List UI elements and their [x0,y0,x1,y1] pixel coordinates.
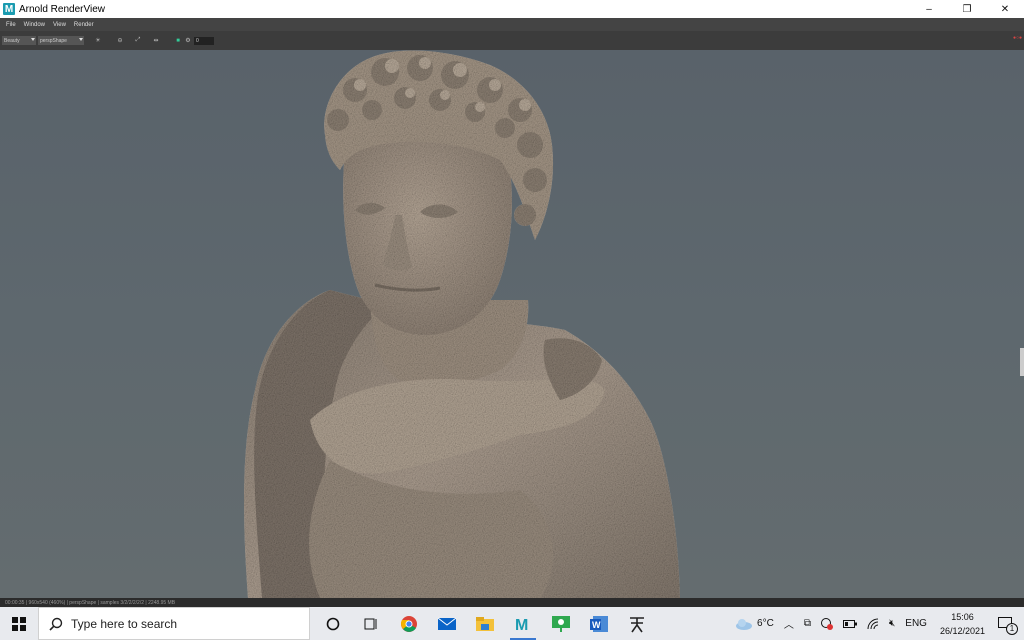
refresh-icon[interactable]: ⊖ [116,37,124,45]
task-view-button[interactable] [352,607,390,640]
settings-icon[interactable]: ⚙ [184,37,192,45]
taskbar-app-screen-sketch[interactable] [542,607,580,640]
taskbar-app-word[interactable]: W [580,607,618,640]
menu-window[interactable]: Window [24,22,45,28]
menu-view[interactable]: View [53,22,66,28]
taskbar-search-box[interactable]: Type here to search [38,607,310,640]
render-statusbar: 00:00:35 | 960x540 (460%) | perspShape |… [0,598,1024,607]
taskbar-clock[interactable]: 15:06 26/12/2021 [940,610,985,638]
camera-value: perspShape [40,37,67,44]
clock-time: 15:06 [951,611,974,622]
battery-icon[interactable] [842,619,857,628]
wifi-signal-icon [867,618,879,629]
window-titlebar: M Arnold RenderView – ❐ ✕ [0,0,1024,18]
mail-icon [437,617,457,630]
render-toolbar: Beauty perspShape ☀ ⊖ ⤢ ⇹ ■ ⚙ 0 ●○● [0,31,1024,50]
minimize-button[interactable]: – [910,0,948,18]
status-indicator-icon: ●○● [1012,35,1022,41]
svg-text:W: W [592,620,601,630]
taskbar-app-maya[interactable]: M [504,607,542,640]
statue-render-image [244,50,680,598]
zbrush-figure-icon [630,616,644,632]
word-icon: W [590,615,608,632]
taskbar-app-mail[interactable] [428,607,466,640]
clock-date: 26/12/2021 [939,625,985,636]
maya-icon: M [515,617,528,633]
windows-taskbar: Type here to search M W 6°C ︿ ⧉ 🔇︎ ENG 1… [0,607,1024,640]
render-viewport[interactable] [0,50,1024,598]
stop-icon[interactable]: ■ [174,37,182,45]
battery-shape-icon [842,619,857,628]
windows-start-button[interactable] [0,607,38,640]
weather-temp: 6°C [757,618,774,629]
side-panel-handle[interactable] [1020,348,1024,376]
aov-value: Beauty [4,37,20,44]
presentation-icon [552,615,570,632]
maya-app-icon: M [3,3,15,15]
windows-logo-icon [12,616,26,631]
chevron-down-icon [31,38,35,41]
taskbar-app-chrome[interactable] [390,607,428,640]
region-icon[interactable]: ⇹ [152,37,160,45]
window-controls: – ❐ ✕ [910,0,1024,18]
taskbar-app-zbrush[interactable] [618,607,656,640]
system-tray: 6°C ︿ ⧉ 🔇︎ ENG 15:06 26/12/2021 1 [730,607,1024,640]
svg-text:M: M [515,617,528,633]
chevron-down-icon [79,38,83,41]
chevron-up-icon[interactable]: ︿ [784,616,794,631]
aov-dropdown[interactable]: Beauty [2,36,36,45]
folder-icon [476,616,494,631]
menu-bar: File Window View Render [0,18,1024,31]
close-button[interactable]: ✕ [986,0,1024,18]
wifi-icon[interactable] [867,618,879,630]
weather-widget[interactable]: 6°C [735,618,774,630]
cortana-circle-icon [326,617,340,630]
task-view-icon [364,618,377,629]
search-placeholder: Type here to search [71,616,178,631]
camera-dropdown[interactable]: perspShape [38,36,84,45]
menu-render[interactable]: Render [74,22,94,28]
antivirus-icon[interactable] [820,617,833,630]
taskbar-app-file-explorer[interactable] [466,607,504,640]
antivirus-badge-icon [820,617,833,630]
notification-center-icon[interactable]: 1 [998,616,1018,635]
language-indicator[interactable]: ENG [905,618,927,629]
cortana-button[interactable] [314,607,352,640]
exposure-field[interactable]: 0 [194,36,214,45]
chrome-icon [401,615,417,632]
crop-icon[interactable]: ⤢ [134,37,142,45]
sun-icon[interactable]: ☀ [94,37,102,45]
window-title: Arnold RenderView [19,3,105,15]
menu-file[interactable]: File [6,22,16,28]
notification-count: 1 [1006,622,1018,635]
search-icon [49,617,63,631]
restore-button[interactable]: ❐ [948,0,986,18]
volume-muted-icon[interactable]: 🔇︎ [889,618,895,629]
tray-app-icon[interactable]: ⧉ [804,618,811,629]
cloud-icon [736,618,753,630]
